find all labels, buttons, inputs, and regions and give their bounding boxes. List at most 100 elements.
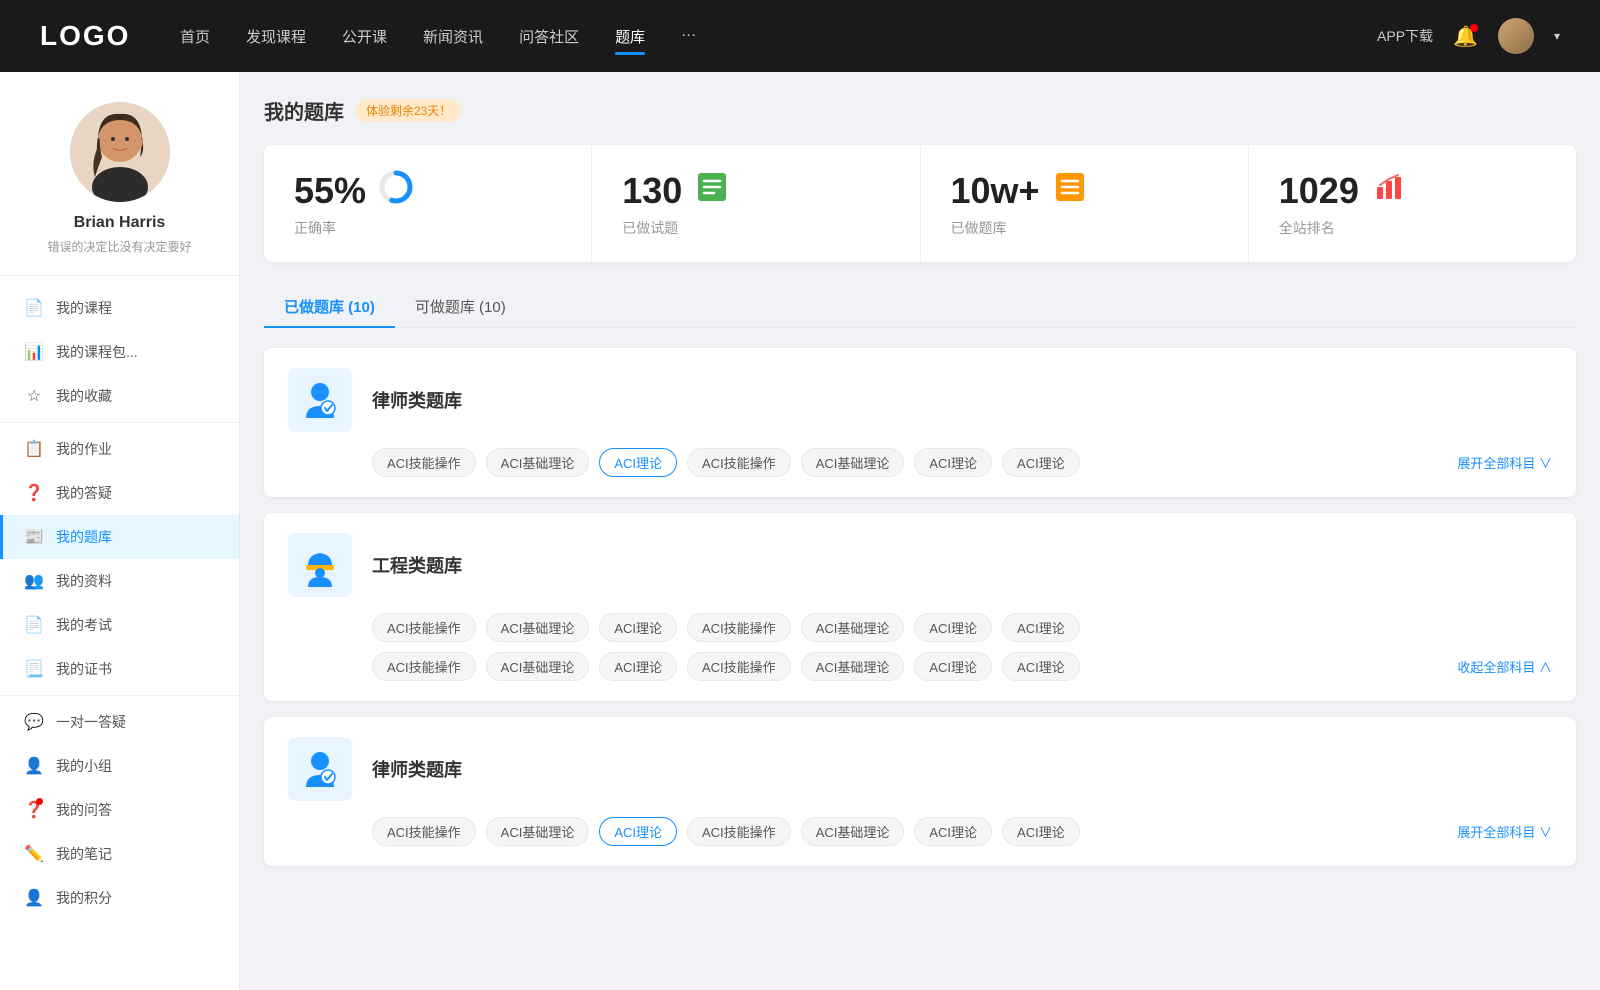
navbar: LOGO 首页 发现课程 公开课 新闻资讯 问答社区 题库 ··· APP下载 … [0,0,1600,72]
sidebar-item-exam[interactable]: 📄 我的考试 [0,603,239,647]
rank-icon [1371,169,1407,212]
notes-icon: ✏️ [24,844,44,864]
tag-item[interactable]: ACI基础理论 [801,817,905,846]
nav-link-open[interactable]: 公开课 [342,22,387,51]
sidebar-label-1on1: 一对一答疑 [56,712,126,732]
expand-all-link-3[interactable]: 展开全部科目 ∨ [1457,822,1552,841]
lawyer-icon-svg-2 [298,747,342,791]
avatar[interactable] [1498,18,1534,54]
collapse-all-link[interactable]: 收起全部科目 ∧ [1457,657,1552,676]
main-content: 我的题库 体验剩余23天！ 55% 正确率 [240,72,1600,990]
profile-name: Brian Harris [74,214,166,232]
tag-item[interactable]: ACI基础理论 [801,652,905,681]
sidebar-item-1on1[interactable]: 💬 一对一答疑 [0,700,239,744]
tag-item[interactable]: ACI基础理论 [801,448,905,477]
tag-item[interactable]: ACI理论 [1002,613,1080,642]
sidebar-item-materials[interactable]: 👥 我的资料 [0,559,239,603]
avatar-dropdown-icon[interactable]: ▾ [1554,29,1560,43]
done-q-icon [694,169,730,212]
sidebar-label-notes: 我的笔记 [56,844,112,864]
qa-icon: ❓ [24,483,44,503]
nav-logo: LOGO [40,20,140,52]
sidebar-item-courses[interactable]: 📄 我的课程 [0,286,239,330]
bank-card-2-tags-row2: ACI技能操作 ACI基础理论 ACI理论 ACI技能操作 ACI基础理论 AC… [288,652,1552,681]
nav-link-qa[interactable]: 问答社区 [519,22,579,51]
nav-link-bank[interactable]: 题库 [615,22,645,51]
sidebar-item-group[interactable]: 👤 我的小组 [0,744,239,788]
stats-row: 55% 正确率 130 [264,145,1576,262]
nav-link-news[interactable]: 新闻资讯 [423,22,483,51]
notification-dot [1470,24,1478,32]
sidebar-item-qa[interactable]: ❓ 我的答疑 [0,471,239,515]
tag-item[interactable]: ACI技能操作 [687,817,791,846]
tag-item[interactable]: ACI基础理论 [486,817,590,846]
bank-card-1-title: 律师类题库 [372,387,462,413]
bank-card-2-title: 工程类题库 [372,552,462,578]
tag-item[interactable]: ACI理论 [1002,652,1080,681]
notification-bell-icon[interactable]: 🔔 [1453,24,1478,49]
bank-card-2-header: 工程类题库 [288,533,1552,597]
tag-item[interactable]: ACI理论 [914,652,992,681]
page-header: 我的题库 体验剩余23天！ [264,96,1576,125]
nav-link-discover[interactable]: 发现课程 [246,22,306,51]
tag-item[interactable]: ACI基础理论 [486,613,590,642]
stat-done-b-top: 10w+ [951,169,1218,212]
bank-card-3-title: 律师类题库 [372,756,462,782]
tag-item[interactable]: ACI技能操作 [372,613,476,642]
app-download-btn[interactable]: APP下载 [1377,26,1433,46]
favorites-icon: ☆ [24,386,44,406]
engineer-icon-svg [298,543,342,587]
stat-accuracy-value: 55% [294,170,366,212]
tag-item[interactable]: ACI理论 [914,448,992,477]
sidebar-item-favorites[interactable]: ☆ 我的收藏 [0,374,239,418]
tag-item[interactable]: ACI技能操作 [687,448,791,477]
stat-accuracy: 55% 正确率 [264,145,592,262]
stat-done-b-label: 已做题库 [951,218,1218,238]
sidebar-item-bank[interactable]: 📰 我的题库 [0,515,239,559]
sidebar-label-exam: 我的考试 [56,615,112,635]
sidebar-label-group: 我的小组 [56,756,112,776]
sidebar-item-points[interactable]: 👤 我的积分 [0,876,239,920]
1on1-icon: 💬 [24,712,44,732]
expand-all-link-1[interactable]: 展开全部科目 ∨ [1457,453,1552,472]
sidebar-item-course-pkg[interactable]: 📊 我的课程包... [0,330,239,374]
tag-item-active[interactable]: ACI理论 [599,448,677,477]
sidebar-label-points: 我的积分 [56,888,112,908]
tag-item[interactable]: ACI理论 [914,817,992,846]
bank-card-engineer: 工程类题库 ACI技能操作 ACI基础理论 ACI理论 ACI技能操作 ACI基… [264,513,1576,701]
tag-item[interactable]: ACI基础理论 [486,448,590,477]
tag-item[interactable]: ACI理论 [914,613,992,642]
tag-item[interactable]: ACI理论 [1002,448,1080,477]
tag-item[interactable]: ACI理论 [599,652,677,681]
sidebar-item-cert[interactable]: 📃 我的证书 [0,647,239,691]
tag-item[interactable]: ACI技能操作 [372,652,476,681]
tab-done-banks[interactable]: 已做题库 (10) [264,286,395,327]
sidebar-item-homework[interactable]: 📋 我的作业 [0,427,239,471]
tag-item[interactable]: ACI基础理论 [801,613,905,642]
tag-item[interactable]: ACI理论 [1002,817,1080,846]
bank-card-1-icon [288,368,352,432]
homework-icon: 📋 [24,439,44,459]
sidebar-item-questions[interactable]: ❓ 我的问答 [0,788,239,832]
tag-item[interactable]: ACI技能操作 [372,817,476,846]
donut-svg [378,169,414,205]
exam-icon: 📄 [24,615,44,635]
sidebar-item-notes[interactable]: ✏️ 我的笔记 [0,832,239,876]
bank-card-3-header: 律师类题库 [288,737,1552,801]
tag-item[interactable]: ACI理论 [599,613,677,642]
list-icon-svg [694,169,730,205]
nav-link-home[interactable]: 首页 [180,22,210,51]
stat-rank-top: 1029 [1279,169,1546,212]
sidebar-label-bank: 我的题库 [56,527,112,547]
tag-item[interactable]: ACI技能操作 [372,448,476,477]
tag-item-active[interactable]: ACI理论 [599,817,677,846]
tag-item[interactable]: ACI技能操作 [687,652,791,681]
tag-item[interactable]: ACI技能操作 [687,613,791,642]
sidebar-label-questions: 我的问答 [56,800,112,820]
bank-card-3-icon [288,737,352,801]
course-pkg-icon: 📊 [24,342,44,362]
nav-links: 首页 发现课程 公开课 新闻资讯 问答社区 题库 ··· [180,22,1337,51]
nav-link-more[interactable]: ··· [681,22,696,51]
tab-available-banks[interactable]: 可做题库 (10) [395,286,526,327]
tag-item[interactable]: ACI基础理论 [486,652,590,681]
